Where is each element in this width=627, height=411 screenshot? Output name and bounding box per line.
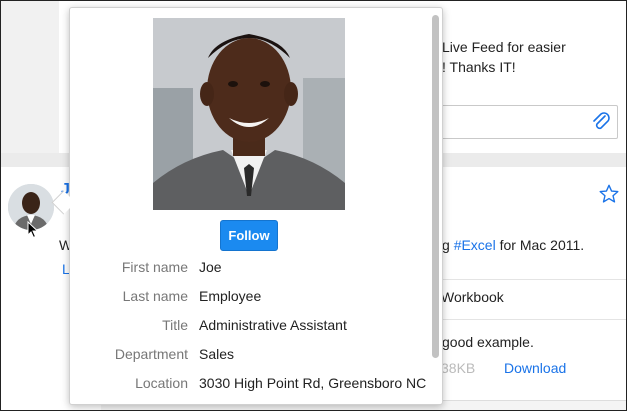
first-name-value: Joe [199, 259, 222, 275]
hashtag-link[interactable]: #Excel [454, 237, 496, 253]
post-text-prefix: g [442, 237, 454, 253]
feed-post-1-text: Live Feed for easier ! Thanks IT! [442, 37, 566, 77]
department-value: Sales [199, 346, 235, 362]
last-name-label: Last name [122, 288, 188, 304]
feed-gutter [1, 1, 59, 153]
scrollbar-thumb[interactable] [432, 15, 439, 358]
attachment-description: good example. [442, 334, 534, 350]
post-text-suffix: for Mac 2011. [495, 237, 585, 253]
star-icon[interactable] [598, 183, 620, 205]
title-value: Administrative Assistant [199, 317, 347, 333]
first-name-label: First name [121, 259, 188, 275]
profile-photo [153, 18, 345, 210]
divider [431, 319, 626, 320]
follow-button[interactable]: Follow [220, 220, 278, 251]
attachment-title[interactable]: Workbook [441, 289, 504, 305]
download-link[interactable]: Download [504, 360, 566, 376]
mouse-cursor-icon [27, 221, 39, 239]
comment-input[interactable] [431, 105, 618, 139]
feed-post-1-line1: Live Feed for easier [442, 39, 566, 55]
divider [431, 279, 626, 280]
last-name-value: Employee [199, 288, 262, 304]
paperclip-icon[interactable] [591, 111, 611, 133]
file-size: 38KB [441, 360, 476, 376]
title-label: Title [162, 317, 188, 333]
feed-post-2-text: g #Excel for Mac 2011. [442, 237, 584, 253]
location-value: 3030 High Point Rd, Greensboro NC [199, 375, 427, 391]
location-label: Location [135, 375, 188, 391]
department-label: Department [114, 346, 188, 362]
feed-post-1-line2: ! Thanks IT! [442, 59, 516, 75]
app-window: Live Feed for easier ! Thanks IT! J W g … [0, 0, 627, 411]
